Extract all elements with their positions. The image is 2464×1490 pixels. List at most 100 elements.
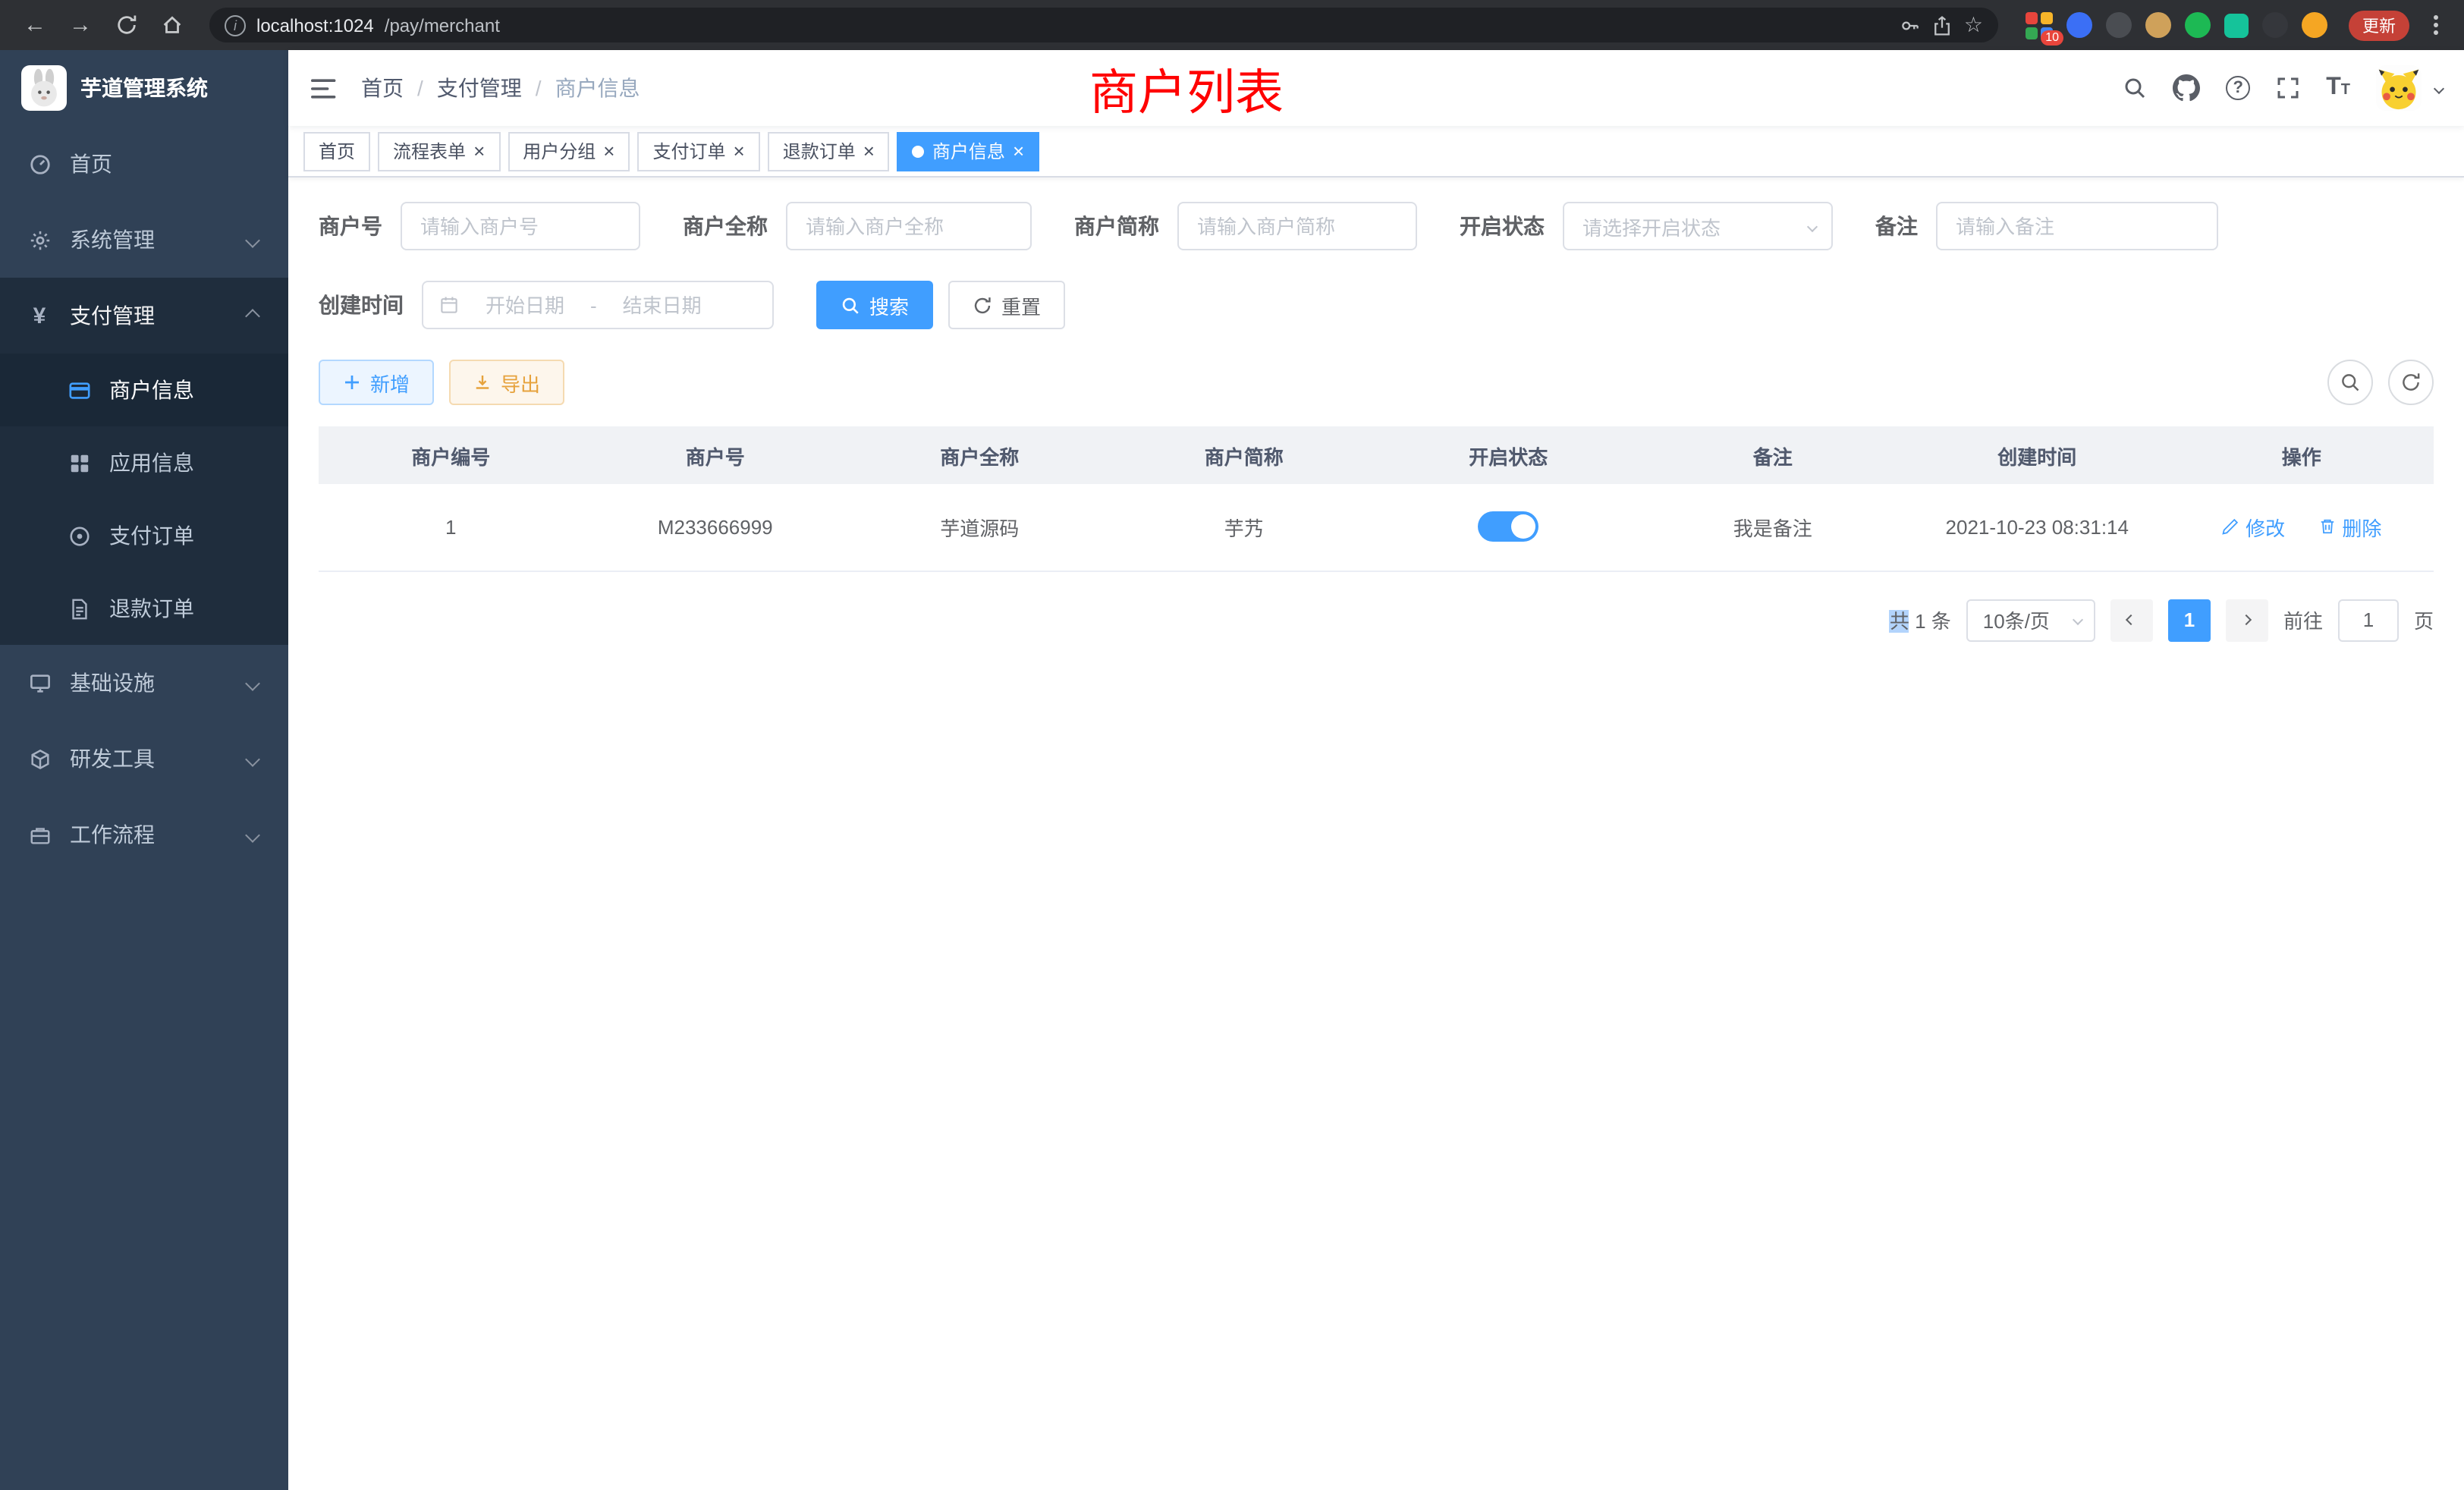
close-icon[interactable] [1013, 140, 1024, 162]
extension-icon[interactable] [2066, 12, 2092, 38]
sidebar-item-label: 支付订单 [109, 520, 261, 551]
sidebar-item-system[interactable]: 系统管理 [0, 202, 288, 278]
hamburger-icon[interactable] [288, 77, 361, 99]
page-size-value: 10条/页 [1983, 605, 2050, 634]
tab-pay-order[interactable]: 支付订单 [637, 131, 759, 171]
reset-button[interactable]: 重置 [948, 281, 1065, 329]
edit-link[interactable]: 修改 [2221, 513, 2285, 542]
extension-icon[interactable] [2262, 12, 2288, 38]
browser-menu-icon[interactable] [2422, 11, 2449, 39]
merchant-no-input[interactable] [401, 202, 640, 250]
refresh-icon[interactable] [2388, 360, 2434, 405]
create-time-label: 创建时间 [319, 290, 404, 320]
tab-label: 流程表单 [393, 138, 466, 164]
sidebar-item-payment[interactable]: 支付管理 [0, 278, 288, 354]
page-content: 商户号 商户全称 商户简称 开启状态 请选择开启状态 [288, 178, 2464, 665]
breadcrumb-home[interactable]: 首页 [361, 73, 404, 103]
tab-user-group[interactable]: 用户分组 [508, 131, 630, 171]
status-select[interactable]: 请选择开启状态 [1563, 202, 1833, 250]
close-icon[interactable] [603, 140, 614, 162]
sidebar-item-workflow[interactable]: 工作流程 [0, 797, 288, 872]
sidebar-item-refund-order[interactable]: 退款订单 [0, 572, 288, 645]
page-number-button[interactable]: 1 [2168, 599, 2211, 641]
sidebar-item-app-info[interactable]: 应用信息 [0, 426, 288, 499]
tab-process-form[interactable]: 流程表单 [378, 131, 500, 171]
tab-refund-order[interactable]: 退款订单 [768, 131, 890, 171]
export-button[interactable]: 导出 [449, 360, 564, 405]
logo-avatar [21, 65, 67, 111]
share-icon[interactable] [1932, 14, 1953, 36]
grid-icon [67, 451, 91, 475]
hide-search-icon[interactable] [2327, 360, 2373, 405]
delete-link[interactable]: 删除 [2318, 513, 2381, 542]
date-range-picker[interactable]: - [422, 281, 774, 329]
address-bar[interactable]: i localhost:1024 /pay/merchant [209, 8, 1998, 42]
profile-avatar-icon[interactable] [2302, 12, 2327, 38]
search-icon[interactable] [2123, 76, 2147, 100]
reset-button-label: 重置 [1001, 291, 1041, 319]
close-icon[interactable] [734, 140, 745, 162]
extension-icon[interactable] [2106, 12, 2132, 38]
sidebar-menu: 首页 系统管理 支付管理 商户信息 [0, 126, 288, 872]
help-icon[interactable]: ? [2226, 76, 2250, 100]
extension-icon[interactable]: 10 [2026, 11, 2053, 39]
browser-reload-icon[interactable] [106, 5, 146, 45]
page-unit-label: 页 [2414, 605, 2434, 634]
end-date-input[interactable] [606, 294, 718, 316]
short-name-input[interactable] [1177, 202, 1417, 250]
close-icon[interactable] [863, 140, 875, 162]
tab-merchant-info[interactable]: 商户信息 [897, 131, 1039, 171]
sidebar-item-merchant-info[interactable]: 商户信息 [0, 354, 288, 426]
sidebar-item-label: 研发工具 [70, 743, 261, 774]
add-button[interactable]: 新增 [319, 360, 434, 405]
search-button[interactable]: 搜索 [816, 281, 933, 329]
full-name-input[interactable] [786, 202, 1032, 250]
add-button-label: 新增 [370, 368, 410, 397]
remark-input[interactable] [1936, 202, 2218, 250]
bookmark-star-icon[interactable] [1964, 12, 1983, 38]
chevron-down-icon [2073, 615, 2083, 625]
user-avatar[interactable] [2376, 65, 2422, 111]
extension-icon[interactable] [2185, 12, 2211, 38]
extension-icon[interactable] [2145, 12, 2171, 38]
goto-page-input[interactable] [2338, 599, 2399, 641]
app-logo[interactable]: 芋道管理系统 [0, 50, 288, 126]
tab-home[interactable]: 首页 [303, 131, 370, 171]
document-icon [67, 596, 91, 621]
briefcase-icon [27, 822, 52, 847]
breadcrumb-separator: / [417, 76, 423, 100]
page-size-select[interactable]: 10条/页 [1966, 599, 2095, 641]
dashboard-icon [27, 152, 52, 176]
url-host: localhost:1024 [256, 14, 374, 36]
browser-update-button[interactable]: 更新 [2349, 10, 2409, 40]
cell-full-name: 芋道源码 [847, 484, 1112, 571]
app-shell: 芋道管理系统 首页 系统管理 支付管理 [0, 50, 2464, 1490]
start-date-input[interactable] [469, 294, 581, 316]
breadcrumb-payment[interactable]: 支付管理 [437, 73, 522, 103]
next-page-button[interactable] [2226, 599, 2268, 641]
extension-badge: 10 [2041, 30, 2063, 45]
navbar-actions: ? [2123, 65, 2464, 111]
cell-merchant-no: M233666999 [583, 484, 848, 571]
site-info-icon[interactable]: i [225, 14, 246, 36]
cell-remark: 我是备注 [1641, 484, 1906, 571]
sidebar-item-pay-order[interactable]: 支付订单 [0, 499, 288, 572]
sidebar-item-infrastructure[interactable]: 基础设施 [0, 645, 288, 721]
sidebar-item-home[interactable]: 首页 [0, 126, 288, 202]
browser-forward-icon[interactable] [61, 5, 100, 45]
close-icon[interactable] [473, 140, 485, 162]
prev-page-button[interactable] [2110, 599, 2153, 641]
status-toggle[interactable] [1478, 512, 1538, 542]
browser-home-icon[interactable] [152, 5, 191, 45]
password-key-icon[interactable] [1900, 14, 1922, 36]
sidebar-item-devtools[interactable]: 研发工具 [0, 721, 288, 797]
browser-back-icon[interactable] [15, 5, 55, 45]
extensions-cluster: 10 [2026, 11, 2327, 39]
column-header: 备注 [1641, 426, 1906, 484]
font-size-icon[interactable] [2326, 74, 2350, 102]
github-icon[interactable] [2173, 74, 2200, 102]
fullscreen-icon[interactable] [2276, 76, 2300, 100]
chevron-down-icon[interactable] [2434, 83, 2444, 93]
extension-icon[interactable] [2224, 13, 2249, 37]
goto-label: 前往 [2283, 605, 2323, 634]
